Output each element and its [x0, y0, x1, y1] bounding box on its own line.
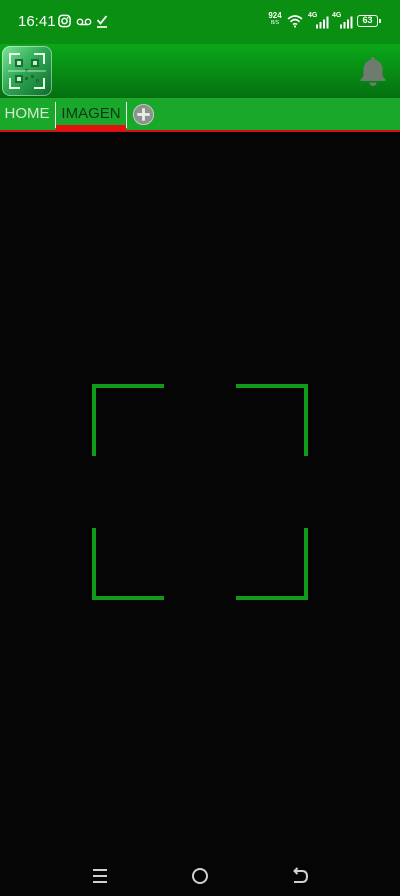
scan-frame	[90, 384, 310, 604]
instagram-icon	[58, 14, 71, 28]
voicemail-icon	[76, 18, 92, 26]
battery-level: 63	[362, 15, 373, 25]
bell-icon[interactable]	[356, 54, 390, 88]
home-circle-icon[interactable]	[185, 862, 215, 890]
navigation-bar	[0, 856, 400, 896]
scan-frame-corner-top-right	[236, 384, 308, 456]
scan-frame-corner-top-left	[92, 384, 164, 456]
signal-icon	[340, 16, 353, 29]
qr-code-logo-icon[interactable]	[2, 46, 52, 96]
active-tab-indicator	[56, 125, 126, 131]
download-done-icon	[96, 15, 108, 28]
scan-frame-corner-bottom-left	[92, 528, 164, 600]
status-time: 16:41	[18, 13, 56, 30]
scan-frame-corner-bottom-right	[236, 528, 308, 600]
network-speed: 924 B/S	[266, 11, 284, 27]
wifi-icon	[287, 15, 303, 28]
tab-divider	[126, 102, 127, 128]
camera-preview[interactable]	[0, 134, 400, 856]
network-speed-value: 924	[268, 11, 282, 20]
signal-icon	[316, 16, 329, 29]
status-bar: 16:41 924 B/S 4G 4G 63	[0, 0, 400, 44]
app-header	[0, 44, 400, 98]
add-circle-icon[interactable]	[132, 103, 155, 126]
tab-home[interactable]: HOME	[0, 98, 54, 130]
network-speed-unit: B/S	[270, 20, 280, 26]
battery-icon: 63	[357, 15, 381, 27]
menu-icon[interactable]	[85, 862, 115, 890]
tabs-bar: HOME IMAGEN	[0, 98, 400, 132]
back-icon[interactable]	[285, 862, 315, 890]
